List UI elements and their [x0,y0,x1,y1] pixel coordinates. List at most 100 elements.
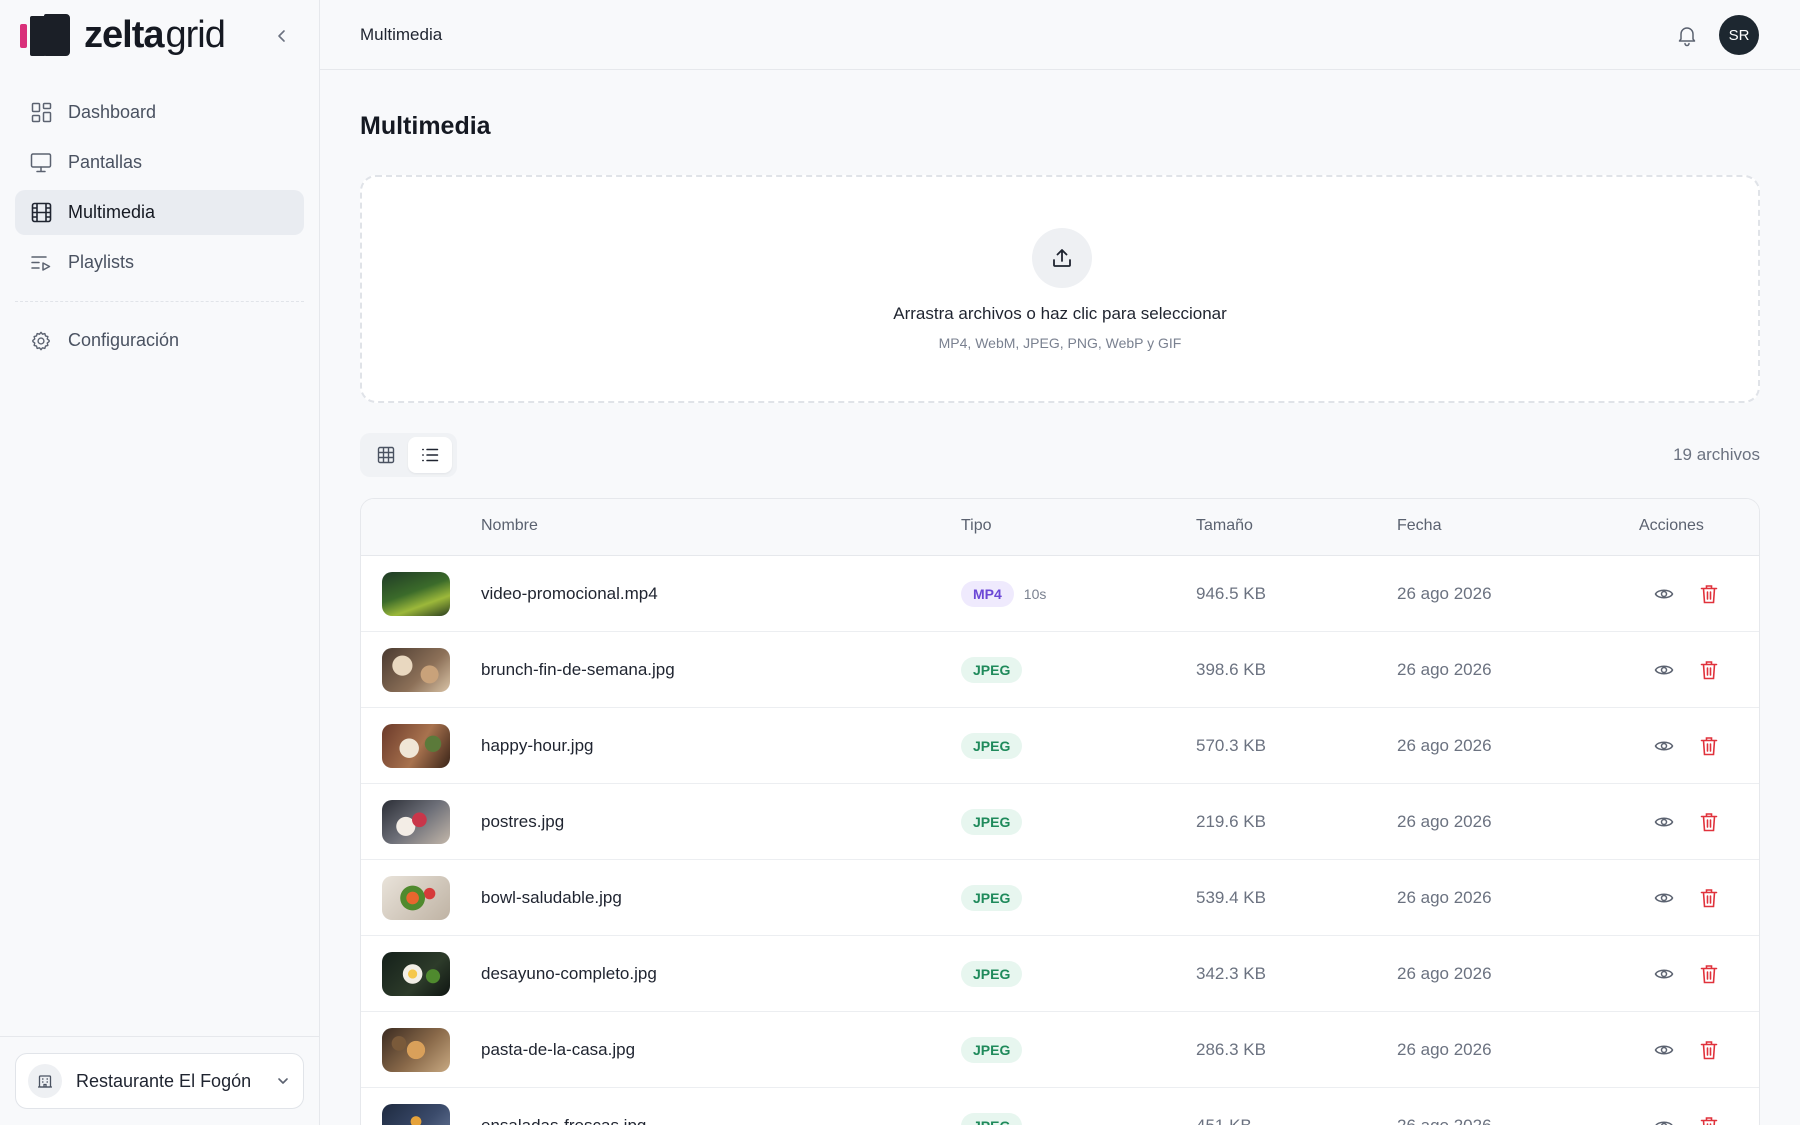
table-row[interactable]: pasta-de-la-casa.jpg JPEG 286.3 KB 26 ag… [361,1012,1759,1088]
type-badge: JPEG [961,657,1023,683]
chevron-left-icon [278,30,285,42]
upload-dropzone[interactable]: Arrastra archivos o haz clic para selecc… [360,175,1760,403]
media-thumbnail[interactable] [382,572,450,616]
sidebar-item-multimedia[interactable]: Multimedia [15,190,304,235]
dashboard-icon [30,102,52,124]
video-duration: 10s [1023,586,1047,602]
user-avatar[interactable]: SR [1719,15,1759,55]
trash-icon[interactable] [1697,962,1721,986]
type-badge: JPEG [961,809,1023,835]
film-icon [30,202,52,224]
type-badge: JPEG [961,961,1023,987]
topbar-title: Multimedia [360,24,443,44]
sidebar-item-pantallas[interactable]: Pantallas [15,140,304,185]
sidebar-item-dashboard[interactable]: Dashboard [15,90,304,135]
file-size: 286.3 KB [1196,1040,1266,1059]
list-view-button[interactable] [408,437,452,473]
table-row[interactable]: brunch-fin-de-semana.jpg JPEG 398.6 KB 2… [361,632,1759,708]
notification-bell-icon[interactable] [1675,23,1699,47]
dropzone-title: Arrastra archivos o haz clic para selecc… [893,304,1227,323]
sidebar-item-playlists[interactable]: Playlists [15,240,304,285]
trash-icon[interactable] [1697,1038,1721,1062]
file-size: 451 KB [1196,1088,1252,1125]
table-row[interactable]: bowl-saludable.jpg JPEG 539.4 KB 26 ago … [361,860,1759,936]
grid-icon [377,446,395,464]
sidebar-item-label: Dashboard [68,102,157,122]
file-date: 26 ago 2026 [1397,1088,1492,1125]
file-type: MP4 10s [961,556,1046,632]
eye-icon[interactable] [1652,1114,1676,1125]
file-type: JPEG [961,1088,1023,1125]
file-type: JPEG [961,860,1023,936]
table-row[interactable]: ensaladas-frescas.jpg JPEG 451 KB 26 ago… [361,1088,1759,1125]
type-badge: JPEG [961,885,1023,911]
media-thumbnail[interactable] [382,952,450,996]
media-table: Nombre Tipo Tamaño Fecha Acciones video-… [360,498,1760,1125]
brand-logo[interactable]: zeltagrid [20,12,226,58]
table-row[interactable]: postres.jpg JPEG 219.6 KB 26 ago 2026 [361,784,1759,860]
eye-icon[interactable] [1652,886,1676,910]
media-thumbnail[interactable] [382,648,450,692]
file-type: JPEG [961,784,1023,860]
logo-icon [20,12,70,58]
media-thumbnail[interactable] [382,1104,450,1125]
trash-icon[interactable] [1697,734,1721,758]
eye-icon[interactable] [1652,810,1676,834]
file-date: 26 ago 2026 [1397,736,1492,755]
sidebar: zeltagrid Dashboard Pantallas Multimedia… [0,0,320,1125]
file-date: 26 ago 2026 [1397,888,1492,907]
trash-icon[interactable] [1697,886,1721,910]
eye-icon[interactable] [1652,1038,1676,1062]
media-thumbnail[interactable] [382,876,450,920]
file-size: 398.6 KB [1196,660,1266,679]
file-type: JPEG [961,1012,1023,1088]
file-name: brunch-fin-de-semana.jpg [481,660,675,679]
column-header-name[interactable]: Nombre [481,517,538,535]
gear-icon [30,330,52,352]
file-name: postres.jpg [481,812,565,831]
playlist-icon [30,252,52,274]
file-name: desayuno-completo.jpg [481,964,657,983]
topbar: Multimedia SR [320,0,1800,70]
file-type: JPEG [961,936,1023,1012]
eye-icon[interactable] [1652,658,1676,682]
file-name: ensaladas-frescas.jpg [481,1088,646,1125]
eye-icon[interactable] [1652,734,1676,758]
type-badge: JPEG [961,1113,1023,1125]
brand-name-part1: zelta [84,14,164,56]
brand-name: zeltagrid [84,14,226,56]
table-row[interactable]: video-promocional.mp4 MP4 10s 946.5 KB 2… [361,556,1759,632]
trash-icon[interactable] [1697,582,1721,606]
media-thumbnail[interactable] [382,800,450,844]
file-size: 342.3 KB [1196,964,1266,983]
table-row[interactable]: happy-hour.jpg JPEG 570.3 KB 26 ago 2026 [361,708,1759,784]
column-header-date[interactable]: Fecha [1397,517,1441,535]
collapse-sidebar-button[interactable] [268,22,296,50]
upload-icon [1032,228,1092,288]
file-size: 539.4 KB [1196,888,1266,907]
file-size: 570.3 KB [1196,736,1266,755]
media-thumbnail[interactable] [382,724,450,768]
list-icon [422,448,439,462]
eye-icon[interactable] [1652,962,1676,986]
sidebar-nav: Dashboard Pantallas Multimedia Playlists [15,90,304,368]
column-header-type[interactable]: Tipo [961,517,992,535]
building-icon [28,1064,62,1098]
trash-icon[interactable] [1697,1114,1721,1125]
column-header-size[interactable]: Tamaño [1196,517,1253,535]
table-row[interactable]: desayuno-completo.jpg JPEG 342.3 KB 26 a… [361,936,1759,1012]
sidebar-item-label: Playlists [68,252,135,272]
file-name: video-promocional.mp4 [481,584,658,603]
organization-selector[interactable]: Restaurante El Fogón [15,1053,304,1109]
file-size: 946.5 KB [1196,584,1266,603]
eye-icon[interactable] [1652,582,1676,606]
trash-icon[interactable] [1697,810,1721,834]
sidebar-item-label: Configuración [68,330,180,350]
file-count: 19 archivos [1673,445,1760,464]
file-date: 26 ago 2026 [1397,584,1492,603]
sidebar-item-configuracion[interactable]: Configuración [15,318,304,363]
trash-icon[interactable] [1697,658,1721,682]
sidebar-item-label: Pantallas [68,152,143,172]
grid-view-button[interactable] [364,437,408,473]
media-thumbnail[interactable] [382,1028,450,1072]
